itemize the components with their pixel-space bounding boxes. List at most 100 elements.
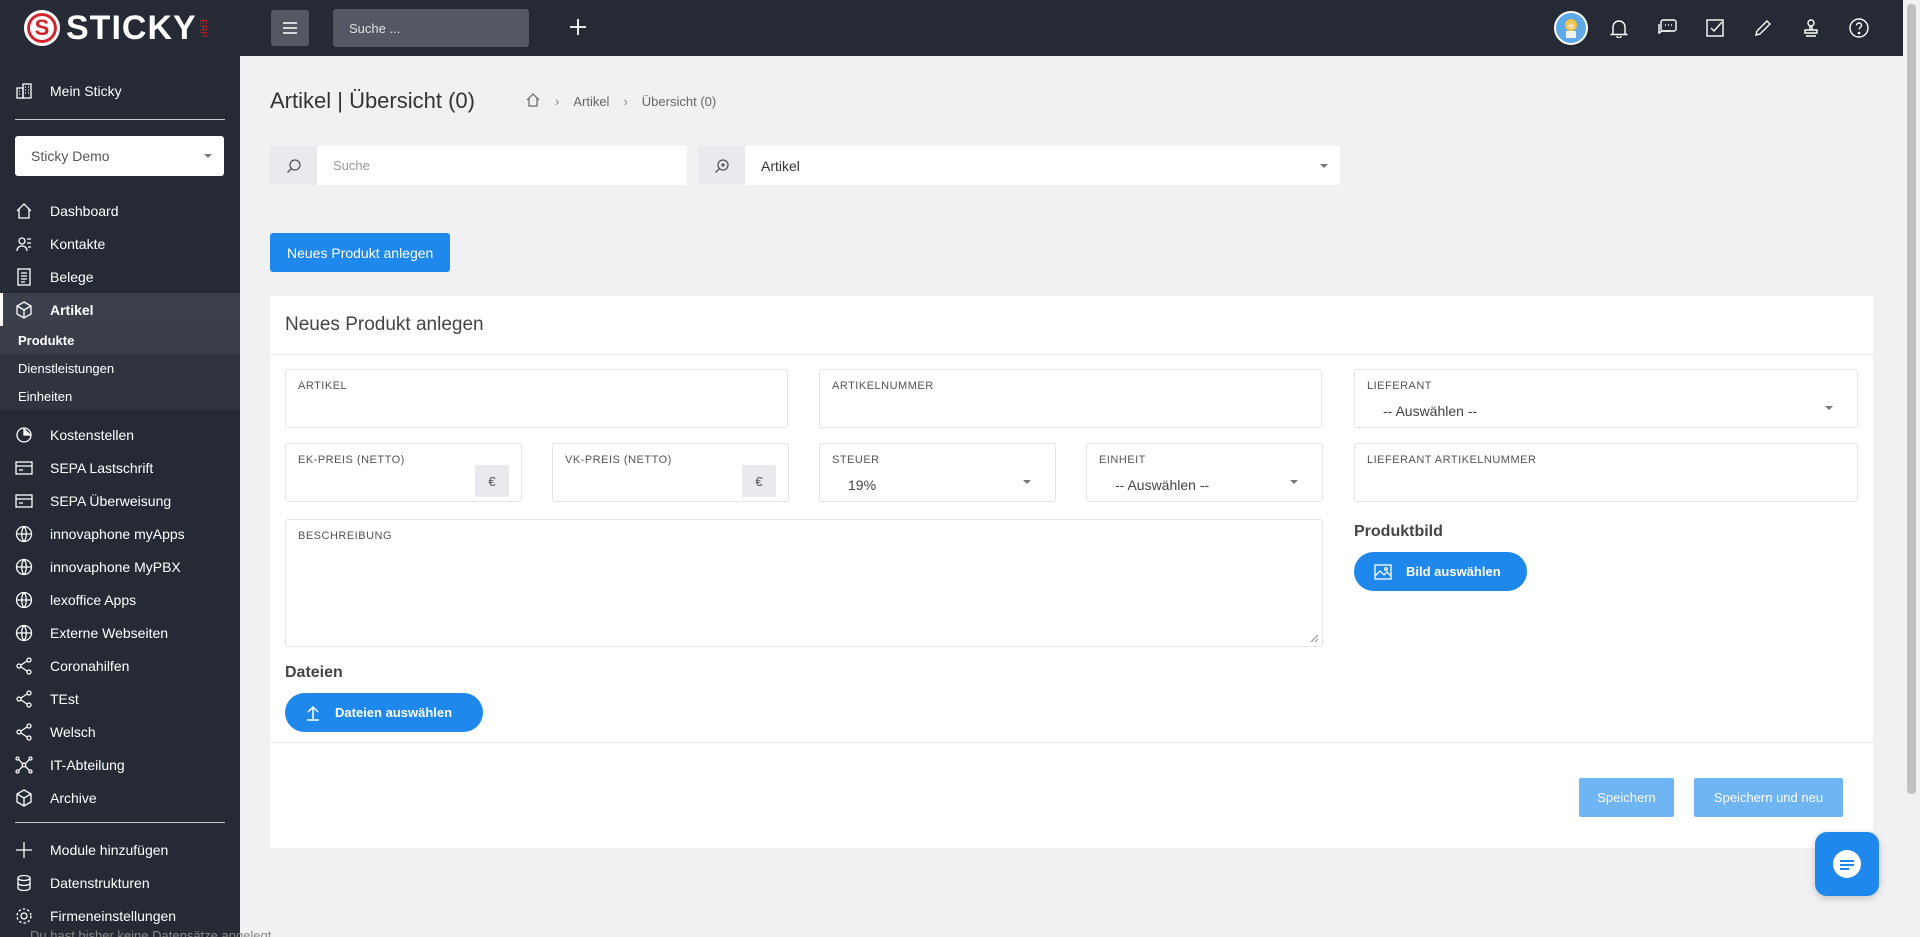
vk-preis-field[interactable]: VK-PREIS (NETTO) €: [552, 443, 789, 502]
sidebar-item-dashboard[interactable]: Dashboard: [0, 194, 240, 227]
field-label: BESCHREIBUNG: [298, 530, 393, 542]
sidebar-item-sepa-überweisung[interactable]: SEPA Überweisung: [0, 484, 240, 517]
sidebar-item-datenstrukturen[interactable]: Datenstrukturen: [0, 866, 240, 899]
edit-button[interactable]: [1739, 0, 1787, 56]
search-input[interactable]: [317, 146, 687, 185]
question-icon: [1849, 18, 1869, 38]
logo-text: STICKY: [66, 8, 197, 47]
notifications-button[interactable]: [1595, 0, 1643, 56]
stamp-button[interactable]: [1787, 0, 1835, 56]
image-icon: [1374, 563, 1392, 580]
beschreibung-textarea[interactable]: BESCHREIBUNG: [285, 519, 1323, 647]
breadcrumb: › Artikel › Übersicht (0): [525, 92, 716, 111]
building-icon: [14, 81, 34, 101]
gear-icon: [14, 906, 34, 926]
sidebar-item-label: innovaphone MyPBX: [50, 558, 181, 575]
sidebar-item-label: Kontakte: [50, 235, 106, 252]
sidebar-item-innovaphone-mypbx[interactable]: innovaphone MyPBX: [0, 550, 240, 583]
button-label: Dateien auswählen: [335, 705, 453, 720]
artikel-field[interactable]: ARTIKEL: [285, 369, 788, 428]
sidebar-subitem-dienstleistungen[interactable]: Dienstleistungen: [0, 354, 240, 382]
category-select[interactable]: Artikel: [745, 146, 1340, 185]
sidebar-item-label: SEPA Lastschrift: [50, 459, 154, 476]
contacts-icon: [14, 234, 34, 254]
field-label: EINHEIT: [1099, 454, 1146, 466]
globe-icon: [14, 524, 34, 544]
sidebar-item-kontakte[interactable]: Kontakte: [0, 227, 240, 260]
select-image-button[interactable]: Bild auswählen: [1354, 552, 1527, 591]
plus-icon: [14, 840, 34, 860]
sidebar-subitem-einheiten[interactable]: Einheiten: [0, 382, 240, 410]
ek-preis-field[interactable]: EK-PREIS (NETTO) €: [285, 443, 522, 502]
topbar: Suche ...: [240, 0, 1903, 56]
sidebar-item-sepa-lastschrift[interactable]: SEPA Lastschrift: [0, 451, 240, 484]
search-button[interactable]: [270, 146, 317, 185]
category-select-value: Artikel: [761, 157, 800, 174]
global-search-input[interactable]: Suche ...: [333, 9, 529, 47]
field-label: STEUER: [832, 454, 880, 466]
field-label: LIEFERANT: [1367, 380, 1433, 392]
menu-toggle-button[interactable]: [271, 10, 309, 46]
new-product-button[interactable]: Neues Produkt anlegen: [270, 233, 451, 272]
logo-sub: ERP: [198, 18, 209, 38]
help-button[interactable]: [1835, 0, 1883, 56]
sidebar: S STICKY ERP Mein Sticky Sticky Demo Das…: [0, 0, 240, 937]
chat-button[interactable]: [1643, 0, 1691, 56]
save-and-new-button[interactable]: Speichern und neu: [1694, 778, 1843, 817]
scrollbar-thumb[interactable]: [1907, 4, 1916, 794]
select-files-button[interactable]: Dateien auswählen: [285, 693, 483, 732]
sidebar-item-artikel[interactable]: Artikel: [0, 293, 240, 326]
sidebar-item-welsch[interactable]: Welsch: [0, 715, 240, 748]
sidebar-subitem-produkte[interactable]: Produkte: [0, 326, 240, 354]
home-icon[interactable]: [525, 92, 541, 111]
tasks-button[interactable]: [1691, 0, 1739, 56]
workspace-select[interactable]: Sticky Demo: [15, 136, 224, 176]
sidebar-item-module-hinzufügen[interactable]: Module hinzufügen: [0, 833, 240, 866]
sidebar-item-coronahilfen[interactable]: Coronahilfen: [0, 649, 240, 682]
sidebar-item-kostenstellen[interactable]: Kostenstellen: [0, 418, 240, 451]
artikelnummer-field[interactable]: ARTIKELNUMMER: [819, 369, 1322, 428]
share-icon: [14, 722, 34, 742]
sidebar-item-innovaphone-myapps[interactable]: innovaphone myApps: [0, 517, 240, 550]
sidebar-item-label: innovaphone myApps: [50, 525, 185, 542]
share-icon: [14, 689, 34, 709]
sidebar-subitem-label: Produkte: [18, 332, 75, 348]
field-label: ARTIKELNUMMER: [832, 380, 934, 392]
sidebar-item-label: Coronahilfen: [50, 657, 130, 674]
steuer-select[interactable]: STEUER 19%: [819, 443, 1056, 502]
globe-icon: [14, 590, 34, 610]
sidebar-item-test[interactable]: TEst: [0, 682, 240, 715]
sidebar-item-externe-webseiten[interactable]: Externe Webseiten: [0, 616, 240, 649]
einheit-select[interactable]: EINHEIT -- Auswählen --: [1086, 443, 1323, 502]
sidebar-item-label: lexoffice Apps: [50, 591, 137, 608]
sidebar-item-archive[interactable]: Archive: [0, 781, 240, 814]
sidebar-item-label: Dashboard: [50, 202, 119, 219]
sidebar-item-it-abteilung[interactable]: IT-Abteilung: [0, 748, 240, 781]
pencil-icon: [1755, 20, 1771, 36]
workspace-value: Sticky Demo: [31, 148, 110, 164]
chat-bubble-icon: [1833, 850, 1861, 878]
resize-handle-icon[interactable]: [1310, 634, 1318, 642]
sidebar-item-lexoffice-apps[interactable]: lexoffice Apps: [0, 583, 240, 616]
page-title: Artikel | Übersicht (0): [270, 88, 475, 113]
sidebar-item-mein-sticky[interactable]: Mein Sticky: [0, 74, 240, 107]
lieferant-artikelnummer-field[interactable]: LIEFERANT ARTIKELNUMMER: [1354, 443, 1858, 502]
user-avatar-button[interactable]: [1547, 0, 1595, 56]
globe-icon: [14, 623, 34, 643]
sidebar-item-belege[interactable]: Belege: [0, 260, 240, 293]
save-button[interactable]: Speichern: [1579, 778, 1674, 817]
network-icon: [14, 755, 34, 775]
support-chat-button[interactable]: [1815, 832, 1879, 896]
quick-add-button[interactable]: [569, 18, 589, 38]
logo[interactable]: S STICKY ERP: [0, 0, 240, 56]
search-icon: [286, 158, 301, 173]
breadcrumb-item-artikel[interactable]: Artikel: [573, 94, 609, 109]
page-scrollbar[interactable]: [1903, 0, 1920, 937]
lieferant-select[interactable]: LIEFERANT -- Auswählen --: [1354, 369, 1858, 428]
pie-icon: [14, 425, 34, 445]
sidebar-item-label: Welsch: [50, 723, 96, 740]
card-icon: [14, 491, 34, 511]
zoom-filter-button[interactable]: [698, 146, 745, 185]
sidebar-item-label: Module hinzufügen: [50, 841, 169, 858]
sidebar-item-label: Kostenstellen: [50, 426, 135, 443]
